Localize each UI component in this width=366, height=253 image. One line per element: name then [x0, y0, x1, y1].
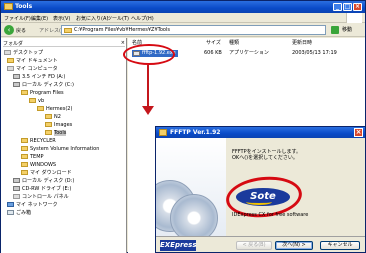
folder-icon	[21, 154, 28, 159]
arrow-line	[147, 65, 149, 108]
column-size[interactable]: サイズ	[206, 40, 221, 47]
column-type[interactable]: 種類	[229, 40, 239, 47]
go-button[interactable]: 移動	[331, 25, 361, 35]
folder-icon	[64, 28, 72, 33]
tree-item-tools[interactable]: Tools	[45, 130, 67, 137]
folder-icon	[21, 162, 28, 167]
menu-bar: ファイル(F) 編集(E) 表示(V) お気に入り(A) ツール(T) ヘルプ(…	[1, 13, 365, 23]
arrow-down-icon	[142, 106, 154, 115]
computer-icon	[7, 66, 14, 71]
installer-artwork	[156, 138, 226, 236]
dialog-note: IDExpress CX for free software	[232, 212, 309, 218]
back-arrow-icon[interactable]: ‹	[4, 25, 14, 35]
next-button[interactable]: 次へ(N) >	[275, 241, 313, 250]
tree-item-recycler[interactable]: RECYCLER	[21, 138, 56, 145]
menu-help[interactable]: ヘルプ(H)	[131, 15, 154, 22]
menu-tools[interactable]: ツール(T)	[107, 15, 129, 22]
windows-logo-icon	[346, 13, 362, 23]
file-modified: 2003/05/13 17:19	[292, 50, 337, 56]
file-size: 606 KB	[204, 50, 222, 56]
drive-icon	[13, 82, 20, 87]
tree-item-drive-d[interactable]: ローカル ディスク (D:)	[13, 178, 74, 185]
tree-item-windows[interactable]: WINDOWS	[21, 162, 56, 169]
address-value: C:¥Program Files¥vb¥Hermes¥Z¥Tools	[74, 27, 170, 33]
file-type: アプリケーション	[229, 50, 269, 56]
tree-item-recycle-bin[interactable]: ごみ箱	[7, 210, 31, 217]
tree-item-drive-c[interactable]: ローカル ディスク (C:)	[13, 82, 74, 89]
folder-icon	[21, 170, 28, 175]
folder-icon	[45, 130, 52, 135]
tree-item-my-downloads[interactable]: マイ ダウンロード	[21, 170, 72, 177]
go-label: 移動	[342, 27, 353, 33]
window-title: Tools	[15, 3, 33, 10]
folder-icon	[21, 90, 28, 95]
tree-item-system-volume[interactable]: System Volume Information	[21, 146, 99, 153]
tree-item-drive-e[interactable]: CD-RW ドライブ (E:)	[13, 186, 71, 193]
control-panel-icon	[13, 194, 20, 199]
back-button[interactable]: < 戻る(B)	[236, 241, 272, 250]
toolbar: ‹ 戻る アドレス(D) C:¥Program Files¥vb¥Hermes¥…	[1, 23, 365, 37]
dialog-button-bar: EXEpress CX < 戻る(B) 次へ(N) > キャンセル	[156, 236, 365, 253]
column-modified[interactable]: 更新日時	[292, 40, 312, 47]
folder-icon	[45, 122, 52, 127]
desktop-icon	[4, 50, 11, 55]
dialog-close-button[interactable]: ×	[354, 128, 363, 137]
tree-item-n2[interactable]: N2	[45, 114, 61, 121]
folder-icon	[21, 138, 28, 143]
installer-icon	[159, 129, 167, 136]
tree-item-program-files[interactable]: Program Files	[21, 90, 64, 97]
address-bar[interactable]: C:¥Program Files¥vb¥Hermes¥Z¥Tools	[61, 25, 326, 35]
minimize-button[interactable]: _	[333, 3, 342, 11]
folder-pane-title: フォルダ	[3, 41, 24, 47]
drive-icon	[13, 178, 20, 183]
cd-drive-icon	[13, 186, 20, 191]
tree-item-hermes[interactable]: Hermes(2)	[37, 106, 72, 113]
menu-favorites[interactable]: お気に入り(A)	[76, 15, 108, 22]
menu-file[interactable]: ファイル(F)	[4, 15, 31, 22]
tree-item-network[interactable]: マイ ネットワーク	[7, 202, 58, 209]
dialog-message: FFFTPをインストールします。 OKへ()を選択してください。	[232, 149, 302, 161]
network-icon	[7, 202, 14, 207]
tree-item-my-documents[interactable]: マイ ドキュメント	[7, 58, 58, 65]
folder-icon	[4, 3, 13, 10]
go-arrow-icon	[331, 26, 339, 34]
floppy-icon	[13, 74, 20, 79]
close-button[interactable]: ×	[353, 3, 362, 11]
tree-item-desktop[interactable]: デスクトップ	[4, 50, 43, 57]
folder-icon	[7, 58, 14, 63]
folder-icon	[21, 146, 28, 151]
cd-disc-icon	[170, 194, 218, 236]
maximize-button[interactable]: □	[343, 3, 352, 11]
tree-item-control-panel[interactable]: コントロール パネル	[13, 194, 69, 201]
tree-item-floppy[interactable]: 3.5 インチ FD (A:)	[13, 74, 65, 81]
dialog-title: FFFTP Ver.1.92	[170, 129, 221, 136]
folder-pane-close-button[interactable]: ×	[121, 40, 125, 46]
installer-dialog: FFFTP Ver.1.92 × FFFTPをインストールします。 OKへ()を…	[155, 126, 366, 253]
tree-item-vb[interactable]: vb	[29, 98, 44, 105]
recycle-bin-icon	[7, 210, 14, 215]
menu-edit[interactable]: 編集(E)	[31, 15, 48, 22]
back-button-label[interactable]: 戻る	[16, 27, 26, 34]
folder-pane: フォルダ × デスクトップ マイ ドキュメント マイ コンピュータ 3.5 イン…	[1, 38, 127, 253]
dialog-titlebar: FFFTP Ver.1.92 ×	[156, 127, 365, 138]
highlight-circle	[123, 44, 175, 65]
folder-icon	[29, 98, 36, 103]
tree-item-temp[interactable]: TEMP	[21, 154, 44, 161]
tree-item-my-computer[interactable]: マイ コンピュータ	[7, 66, 58, 73]
menu-view[interactable]: 表示(V)	[53, 15, 70, 22]
explorer-titlebar: Tools _ □ ×	[1, 1, 365, 13]
tree-item-images[interactable]: Images	[45, 122, 72, 129]
folder-icon	[45, 114, 52, 119]
folder-pane-header: フォルダ ×	[3, 40, 125, 47]
exepress-logo: EXEpress CX	[160, 240, 197, 253]
cancel-button[interactable]: キャンセル	[320, 241, 360, 250]
folder-icon	[37, 106, 44, 111]
